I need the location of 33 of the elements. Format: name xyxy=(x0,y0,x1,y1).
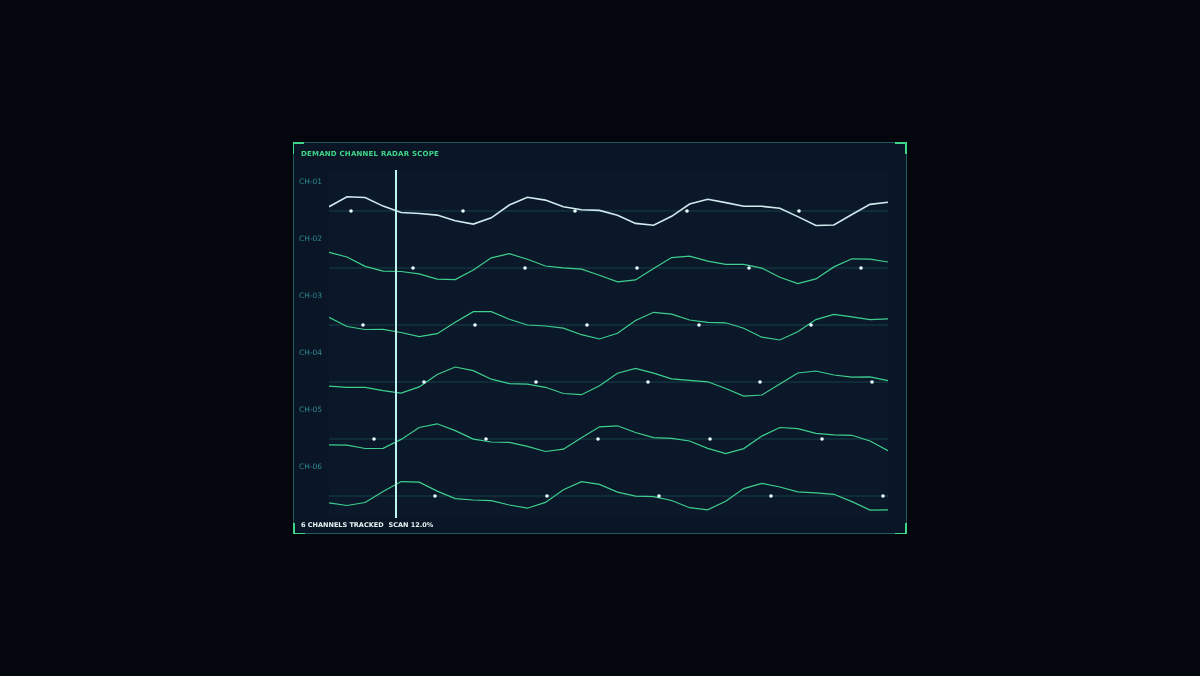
marker-dot xyxy=(433,494,437,498)
marker-dot xyxy=(881,494,885,498)
corner-bracket xyxy=(293,523,305,534)
marker-dot xyxy=(534,380,538,384)
marker-dot xyxy=(797,209,801,213)
marker-dot xyxy=(596,437,600,441)
marker-dot xyxy=(411,266,415,270)
marker-dot xyxy=(545,494,549,498)
marker-dot xyxy=(820,437,824,441)
marker-dot xyxy=(657,494,661,498)
marker-dot xyxy=(758,380,762,384)
marker-dot xyxy=(870,380,874,384)
marker-dot xyxy=(422,380,426,384)
marker-dot xyxy=(461,209,465,213)
marker-dot xyxy=(646,380,650,384)
marker-dot xyxy=(473,323,477,327)
marker-dot xyxy=(697,323,701,327)
marker-dot xyxy=(635,266,639,270)
corner-bracket xyxy=(895,523,907,534)
corner-bracket xyxy=(895,142,907,154)
marker-dot xyxy=(585,323,589,327)
marker-dot xyxy=(685,209,689,213)
marker-dot xyxy=(361,323,365,327)
marker-dot xyxy=(859,266,863,270)
marker-dot xyxy=(769,494,773,498)
marker-dot xyxy=(809,323,813,327)
marker-dot xyxy=(573,209,577,213)
marker-dot xyxy=(747,266,751,270)
marker-dot xyxy=(372,437,376,441)
marker-dot xyxy=(708,437,712,441)
marker-dot xyxy=(349,209,353,213)
marker-dot xyxy=(523,266,527,270)
marker-dot xyxy=(484,437,488,441)
